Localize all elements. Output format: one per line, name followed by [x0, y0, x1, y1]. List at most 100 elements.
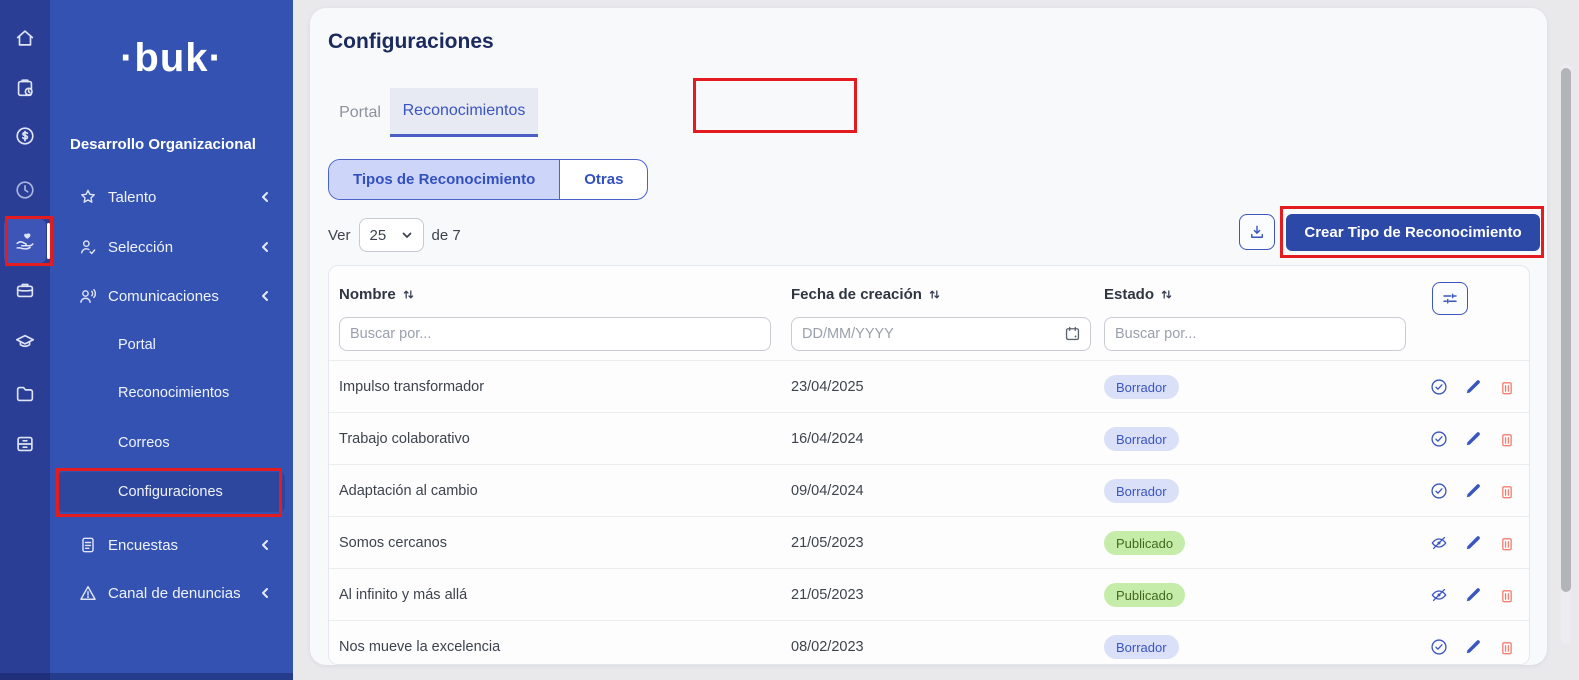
ver-label: Ver [328, 227, 351, 244]
publish-check-icon[interactable] [1429, 637, 1449, 657]
row-fecha: 09/04/2024 [791, 465, 864, 517]
pagination-row: Ver 25 de 7 [328, 214, 461, 256]
filter-date-wrap [791, 317, 1091, 351]
table-row[interactable]: Impulso transformador 23/04/2025 Borrado… [329, 360, 1530, 412]
sidebar-subitem-label: Correos [118, 435, 170, 451]
status-badge: Borrador [1104, 479, 1179, 503]
table-row[interactable]: Somos cercanos 21/05/2023 Publicado [329, 516, 1530, 568]
edit-pencil-icon[interactable] [1463, 429, 1483, 449]
filter-input-estado[interactable] [1104, 317, 1406, 351]
edit-pencil-icon[interactable] [1463, 377, 1483, 397]
delete-trash-icon[interactable] [1497, 637, 1517, 657]
column-settings-button[interactable] [1432, 282, 1468, 315]
briefcase-icon[interactable] [4, 268, 46, 312]
sidebar-subitem-correos[interactable]: Correos [58, 423, 285, 463]
sidebar-subitem-reconocimientos[interactable]: Reconocimientos [58, 373, 285, 413]
sidebar-item-label: Canal de denuncias [108, 585, 241, 602]
row-nombre: Adaptación al cambio [339, 465, 478, 517]
delete-trash-icon[interactable] [1497, 533, 1517, 553]
filter-input-fecha[interactable] [791, 317, 1091, 351]
status-badge: Publicado [1104, 531, 1185, 555]
row-actions [1429, 465, 1517, 517]
delete-trash-icon[interactable] [1497, 429, 1517, 449]
warning-triangle-icon [78, 583, 98, 603]
hand-heart-icon[interactable] [4, 219, 46, 263]
chevron-left-icon [259, 539, 271, 551]
sidebar-subitem-label: Portal [118, 337, 156, 353]
sidebar-item-label: Encuestas [108, 537, 178, 554]
edit-pencil-icon[interactable] [1463, 637, 1483, 657]
sidebar-subitem-label: Reconocimientos [118, 385, 229, 401]
sidebar-subitem-label: Configuraciones [118, 484, 223, 500]
sidebar-item-seleccion[interactable]: Selección [58, 227, 285, 267]
column-header-estado[interactable]: Estado [1104, 286, 1173, 303]
publish-check-icon[interactable] [1429, 429, 1449, 449]
total-label: de 7 [432, 227, 461, 244]
filter-input-nombre[interactable] [339, 317, 771, 351]
column-header-nombre[interactable]: Nombre [339, 286, 415, 303]
edit-pencil-icon[interactable] [1463, 585, 1483, 605]
sidebar-bottom-edge [0, 673, 293, 680]
folder-icon[interactable] [4, 372, 46, 416]
page-size-select[interactable]: 25 [359, 218, 424, 252]
table-row[interactable]: Trabajo colaborativo 16/04/2024 Borrador [329, 412, 1530, 464]
column-header-fecha[interactable]: Fecha de creación [791, 286, 941, 303]
sidebar-item-label: Selección [108, 239, 173, 256]
sidebar-item-label: Comunicaciones [108, 288, 219, 305]
eye-off-icon[interactable] [1429, 533, 1449, 553]
graduation-cap-icon[interactable] [4, 320, 46, 364]
chevron-down-icon [401, 229, 413, 241]
clock-icon[interactable] [4, 168, 46, 212]
sliders-icon [1441, 290, 1459, 308]
page-scrollbar-thumb[interactable] [1561, 68, 1571, 592]
person-check-icon [78, 237, 98, 257]
tab-portal[interactable]: Portal [332, 88, 388, 137]
table-row[interactable]: Nos mueve la excelencia 08/02/2023 Borra… [329, 620, 1530, 665]
row-actions [1429, 361, 1517, 413]
sidebar-item-encuestas[interactable]: Encuestas [58, 525, 285, 565]
status-badge: Publicado [1104, 583, 1185, 607]
icon-rail [0, 0, 50, 680]
download-icon [1248, 223, 1266, 241]
home-icon[interactable] [4, 16, 46, 60]
tab-reconocimientos[interactable]: Reconocimientos [390, 88, 538, 137]
create-tipo-reconocimiento-button[interactable]: Crear Tipo de Reconocimiento [1286, 214, 1540, 251]
segment-otras[interactable]: Otras [560, 160, 647, 199]
person-speaking-icon [78, 286, 98, 306]
row-nombre: Impulso transformador [339, 361, 484, 413]
segment-tipos-de-reconocimiento[interactable]: Tipos de Reconocimiento [329, 160, 560, 199]
sidebar-item-comunicaciones[interactable]: Comunicaciones [58, 276, 285, 316]
eye-off-icon[interactable] [1429, 585, 1449, 605]
segment-label: Otras [584, 171, 623, 188]
buk-logo: ·buk· [50, 36, 293, 81]
sort-icon [402, 288, 415, 301]
tab-label: Portal [339, 104, 381, 122]
edit-pencil-icon[interactable] [1463, 533, 1483, 553]
publish-check-icon[interactable] [1429, 377, 1449, 397]
sidebar-item-talento[interactable]: Talento [58, 177, 285, 217]
row-nombre: Somos cercanos [339, 517, 447, 569]
archive-icon[interactable] [4, 422, 46, 466]
delete-trash-icon[interactable] [1497, 585, 1517, 605]
sidebar-subitem-portal[interactable]: Portal [58, 325, 285, 365]
segment-label: Tipos de Reconocimiento [353, 171, 535, 188]
sidebar: ·buk· Desarrollo Organizacional Talento … [50, 0, 293, 680]
segmented-control: Tipos de Reconocimiento Otras [328, 159, 648, 200]
dollar-circle-icon[interactable] [4, 114, 46, 158]
sidebar-item-canal-denuncias[interactable]: Canal de denuncias [58, 573, 285, 613]
chevron-left-icon [259, 290, 271, 302]
sidebar-subitem-configuraciones[interactable]: Configuraciones [58, 472, 285, 512]
status-badge: Borrador [1104, 375, 1179, 399]
download-button[interactable] [1239, 214, 1275, 250]
publish-check-icon[interactable] [1429, 481, 1449, 501]
row-fecha: 08/02/2023 [791, 621, 864, 665]
clipboard-clock-icon[interactable] [4, 66, 46, 110]
table-row[interactable]: Adaptación al cambio 09/04/2024 Borrador [329, 464, 1530, 516]
row-actions [1429, 413, 1517, 465]
edit-pencil-icon[interactable] [1463, 481, 1483, 501]
sort-icon [928, 288, 941, 301]
delete-trash-icon[interactable] [1497, 481, 1517, 501]
delete-trash-icon[interactable] [1497, 377, 1517, 397]
tab-label: Reconocimientos [403, 102, 526, 120]
table-row[interactable]: Al infinito y más allá 21/05/2023 Public… [329, 568, 1530, 620]
